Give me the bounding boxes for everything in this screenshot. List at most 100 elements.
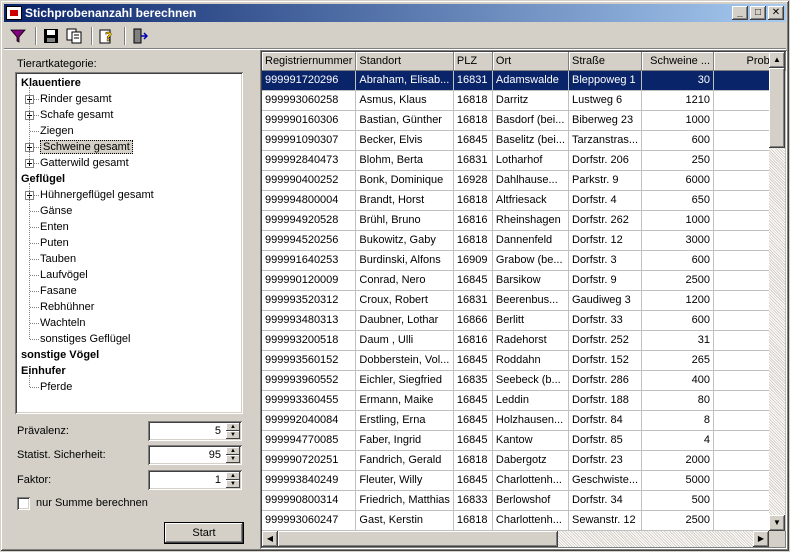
table-row[interactable]: 999993360455 Ermann, Maike 16845 Leddin Dorf… (262, 390, 787, 411)
table-row[interactable]: 999991720296 Abraham, Elisab... 16831 Adams… (262, 70, 787, 91)
praevalenz-input[interactable] (150, 423, 224, 439)
close-button[interactable]: ✕ (768, 6, 784, 20)
tree-item[interactable]: Gänse (40, 203, 72, 219)
sicherheit-input[interactable] (150, 447, 224, 463)
horizontal-scroll-thumb[interactable] (278, 531, 558, 547)
minimize-button[interactable]: _ (732, 6, 748, 20)
table-cell: Dorfstr. 12 (568, 230, 643, 251)
tree-category[interactable]: Einhufer (21, 363, 66, 379)
tree-item[interactable]: Schweine gesamt (40, 139, 133, 155)
tree-item[interactable]: Puten (40, 235, 69, 251)
maximize-button[interactable]: □ (750, 6, 766, 20)
vertical-scrollbar[interactable]: ▲ ▼ (769, 52, 785, 531)
table-cell: Seebeck (b... (492, 370, 570, 391)
tree-item[interactable]: Rinder gesamt (40, 91, 112, 107)
spin-down-button[interactable]: ▼ (226, 455, 240, 463)
table-row[interactable]: 999991090307 Becker, Elvis 16845 Baselitz (… (262, 130, 787, 151)
title-bar[interactable]: Stichprobenanzahl berechnen _ □ ✕ (4, 4, 786, 22)
start-button[interactable]: Start (164, 522, 244, 544)
tree-item[interactable]: Fasane (40, 283, 77, 299)
exit-icon[interactable] (130, 26, 150, 46)
results-grid[interactable]: Registriernummer Standort PLZ Ort Straße Schw… (260, 50, 787, 549)
tree-connector (29, 87, 30, 163)
faktor-input[interactable] (150, 472, 224, 488)
tree-category[interactable]: Geflügel (21, 171, 65, 187)
table-cell: 16818 (453, 450, 493, 471)
scroll-right-arrow[interactable]: ▶ (753, 531, 769, 547)
table-row[interactable]: 999994520256 Bukowitz, Gaby 16818 Dannenfel… (262, 230, 787, 251)
tree-item[interactable]: Tauben (40, 251, 76, 267)
tree-item[interactable]: Rebhühner (40, 299, 94, 315)
tree-item[interactable]: Hühnergeflügel gesamt (40, 187, 154, 203)
column-header[interactable]: Registriernummer (262, 52, 357, 71)
faktor-stepper[interactable]: ▲ ▼ (148, 470, 242, 490)
save-icon[interactable] (41, 26, 61, 46)
tree-category[interactable]: sonstige Vögel (21, 347, 99, 363)
spin-down-button[interactable]: ▼ (226, 431, 240, 439)
copy-icon[interactable] (64, 26, 84, 46)
tree-item[interactable]: Pferde (40, 379, 72, 395)
tree-item[interactable]: Ziegen (40, 123, 74, 139)
table-row[interactable]: 999993960552 Eichler, Siegfried 16835 Seebe… (262, 370, 787, 391)
table-row[interactable]: 999991640253 Burdinski, Alfons 16909 Grabow… (262, 250, 787, 271)
column-header[interactable]: PLZ (453, 52, 493, 71)
table-cell: 16928 (453, 170, 493, 191)
table-row[interactable]: 999993560152 Dobberstein, Vol... 16845 Rodd… (262, 350, 787, 371)
scroll-up-arrow[interactable]: ▲ (769, 52, 785, 68)
column-header[interactable]: Standort (355, 52, 454, 71)
table-cell: Geschwiste... (568, 470, 643, 491)
help-icon[interactable]: ? (97, 26, 117, 46)
table-row[interactable]: 999993200518 Daum , Ulli 16816 Radehorst Dor… (262, 330, 787, 351)
column-header[interactable]: Straße (568, 52, 643, 71)
scroll-left-arrow[interactable]: ◀ (262, 531, 278, 547)
animal-category-tree[interactable]: Klauentiere Rinder gesamt Schafe gesamt Zie… (15, 72, 243, 414)
table-row[interactable]: 999992040084 Erstling, Erna 16845 Holzhause… (262, 410, 787, 431)
table-row[interactable]: 999990800314 Friedrich, Matthias 16833 Berl… (262, 490, 787, 511)
table-row[interactable]: 999992840473 Blohm, Berta 16831 Lotharhof Do… (262, 150, 787, 171)
praevalenz-stepper[interactable]: ▲ ▼ (148, 421, 242, 441)
tree-connector (34, 115, 39, 116)
tree-item[interactable]: sonstiges Geflügel (40, 331, 131, 347)
panel-splitter[interactable] (253, 49, 259, 549)
sicherheit-stepper[interactable]: ▲ ▼ (148, 445, 242, 465)
spin-up-button[interactable]: ▲ (226, 447, 240, 455)
table-cell: 16845 (453, 390, 493, 411)
table-cell: 2000 (641, 450, 715, 471)
column-header[interactable]: Ort (492, 52, 570, 71)
horizontal-scrollbar[interactable]: ◀ ▶ (262, 531, 769, 547)
spin-down-button[interactable]: ▼ (226, 480, 240, 488)
table-cell: 16818 (453, 230, 493, 251)
table-row[interactable]: 999990720251 Fandrich, Gerald 16818 Dabergo… (262, 450, 787, 471)
table-cell: 999993200518 (262, 330, 357, 351)
table-cell: Friedrich, Matthias (355, 490, 454, 511)
table-row[interactable]: 999990400252 Bonk, Dominique 16928 Dahlhaus… (262, 170, 787, 191)
spin-up-button[interactable]: ▲ (226, 423, 240, 431)
table-row[interactable]: 999993480313 Daubner, Lothar 16866 Berlitt D… (262, 310, 787, 331)
tree-connector (30, 259, 39, 260)
table-row[interactable]: 999993060258 Asmus, Klaus 16818 Darritz Lust… (262, 90, 787, 111)
table-row[interactable]: 999993520312 Croux, Robert 16831 Beerenbus.… (262, 290, 787, 311)
tree-item[interactable]: Schafe gesamt (40, 107, 113, 123)
spin-up-button[interactable]: ▲ (226, 472, 240, 480)
table-row[interactable]: 999990120009 Conrad, Nero 16845 Barsikow Dor… (262, 270, 787, 291)
table-row[interactable]: 999994800004 Brandt, Horst 16818 Altfriesac… (262, 190, 787, 211)
filter-icon[interactable] (8, 26, 28, 46)
toolbar-separator (35, 27, 37, 45)
table-row[interactable]: 999993840249 Fleuter, Willy 16845 Charlotte… (262, 470, 787, 491)
table-row[interactable]: 999994770085 Faber, Ingrid 16845 Kantow Dorf… (262, 430, 787, 451)
column-header[interactable]: Schweine ... (641, 52, 715, 71)
nur-summe-checkbox[interactable] (17, 497, 30, 510)
table-cell: Brandt, Horst (355, 190, 454, 211)
tree-item[interactable]: Laufvögel (40, 267, 88, 283)
vertical-scroll-thumb[interactable] (769, 68, 785, 148)
table-row[interactable]: 999993060247 Gast, Kerstin 16818 Charlotten… (262, 510, 787, 531)
table-cell: Bukowitz, Gaby (355, 230, 454, 251)
scroll-down-arrow[interactable]: ▼ (769, 515, 785, 531)
praevalenz-label: Prävalenz: (17, 425, 69, 437)
table-row[interactable]: 999990160306 Bastian, Günther 16818 Basdorf… (262, 110, 787, 131)
table-row[interactable]: 999994920528 Brühl, Bruno 16816 Rheinshagen… (262, 210, 787, 231)
tree-item[interactable]: Wachteln (40, 315, 85, 331)
tree-item[interactable]: Enten (40, 219, 69, 235)
tree-item[interactable]: Gatterwild gesamt (40, 155, 129, 171)
table-cell: 600 (641, 310, 715, 331)
